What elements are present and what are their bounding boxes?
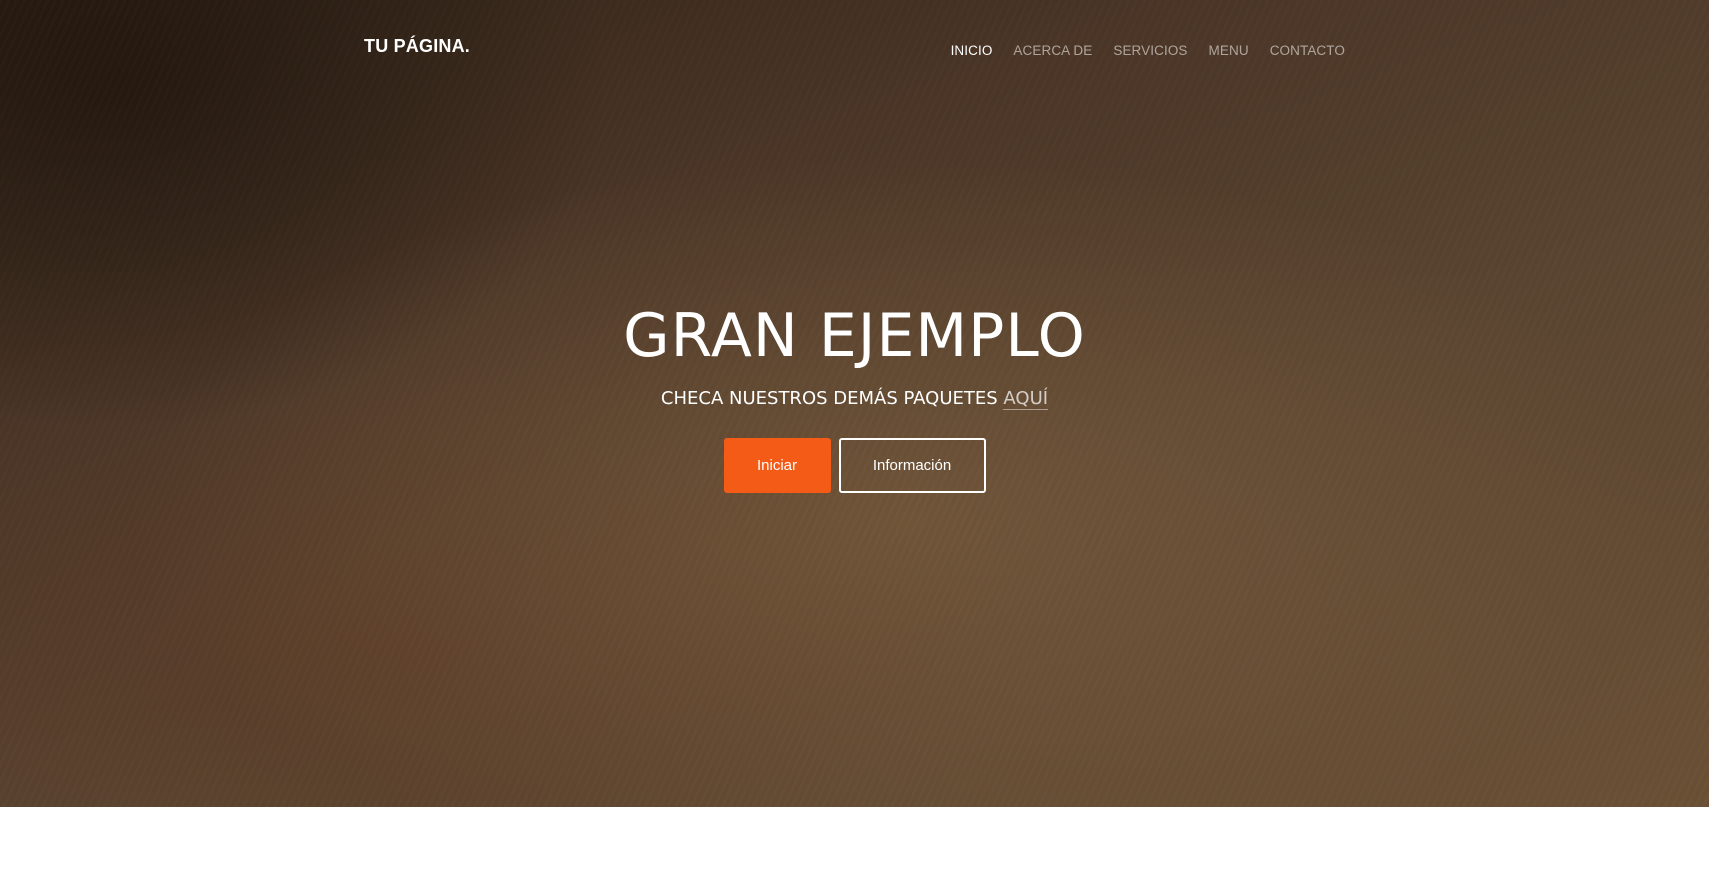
hero-subtitle: CHECA NUESTROS DEMÁS PAQUETES AQUÍ xyxy=(0,386,1709,412)
content-section xyxy=(0,807,1709,874)
nav-link-menu[interactable]: MENU xyxy=(1209,43,1249,58)
nav-item-contacto: CONTACTO xyxy=(1270,40,1345,59)
navbar: TU PÁGINA. INICIO ACERCA DE SERVICIOS ME… xyxy=(0,0,1709,96)
hero-content: GRAN EJEMPLO CHECA NUESTROS DEMÁS PAQUET… xyxy=(0,296,1709,493)
cta-buttons: Iniciar Información xyxy=(0,438,1709,493)
nav-link-inicio[interactable]: INICIO xyxy=(951,43,993,58)
info-button[interactable]: Información xyxy=(838,438,986,493)
hero-subtitle-link[interactable]: AQUÍ xyxy=(1003,388,1049,410)
nav-item-acerca-de: ACERCA DE xyxy=(1013,40,1092,59)
nav-link-acerca-de[interactable]: ACERCA DE xyxy=(1013,43,1092,58)
brand-logo[interactable]: TU PÁGINA. xyxy=(364,36,470,57)
start-button[interactable]: Iniciar xyxy=(723,438,831,493)
nav-item-inicio: INICIO xyxy=(951,40,993,59)
hero-subtitle-text: CHECA NUESTROS DEMÁS PAQUETES xyxy=(660,388,1004,409)
hero-section: TU PÁGINA. INICIO ACERCA DE SERVICIOS ME… xyxy=(0,0,1709,807)
nav-item-servicios: SERVICIOS xyxy=(1113,40,1187,59)
nav-link-contacto[interactable]: CONTACTO xyxy=(1270,43,1345,58)
nav-link-servicios[interactable]: SERVICIOS xyxy=(1113,43,1187,58)
hero-title: GRAN EJEMPLO xyxy=(623,301,1086,371)
nav-links: INICIO ACERCA DE SERVICIOS MENU CONTACTO xyxy=(951,40,1345,59)
nav-item-menu: MENU xyxy=(1209,40,1249,59)
